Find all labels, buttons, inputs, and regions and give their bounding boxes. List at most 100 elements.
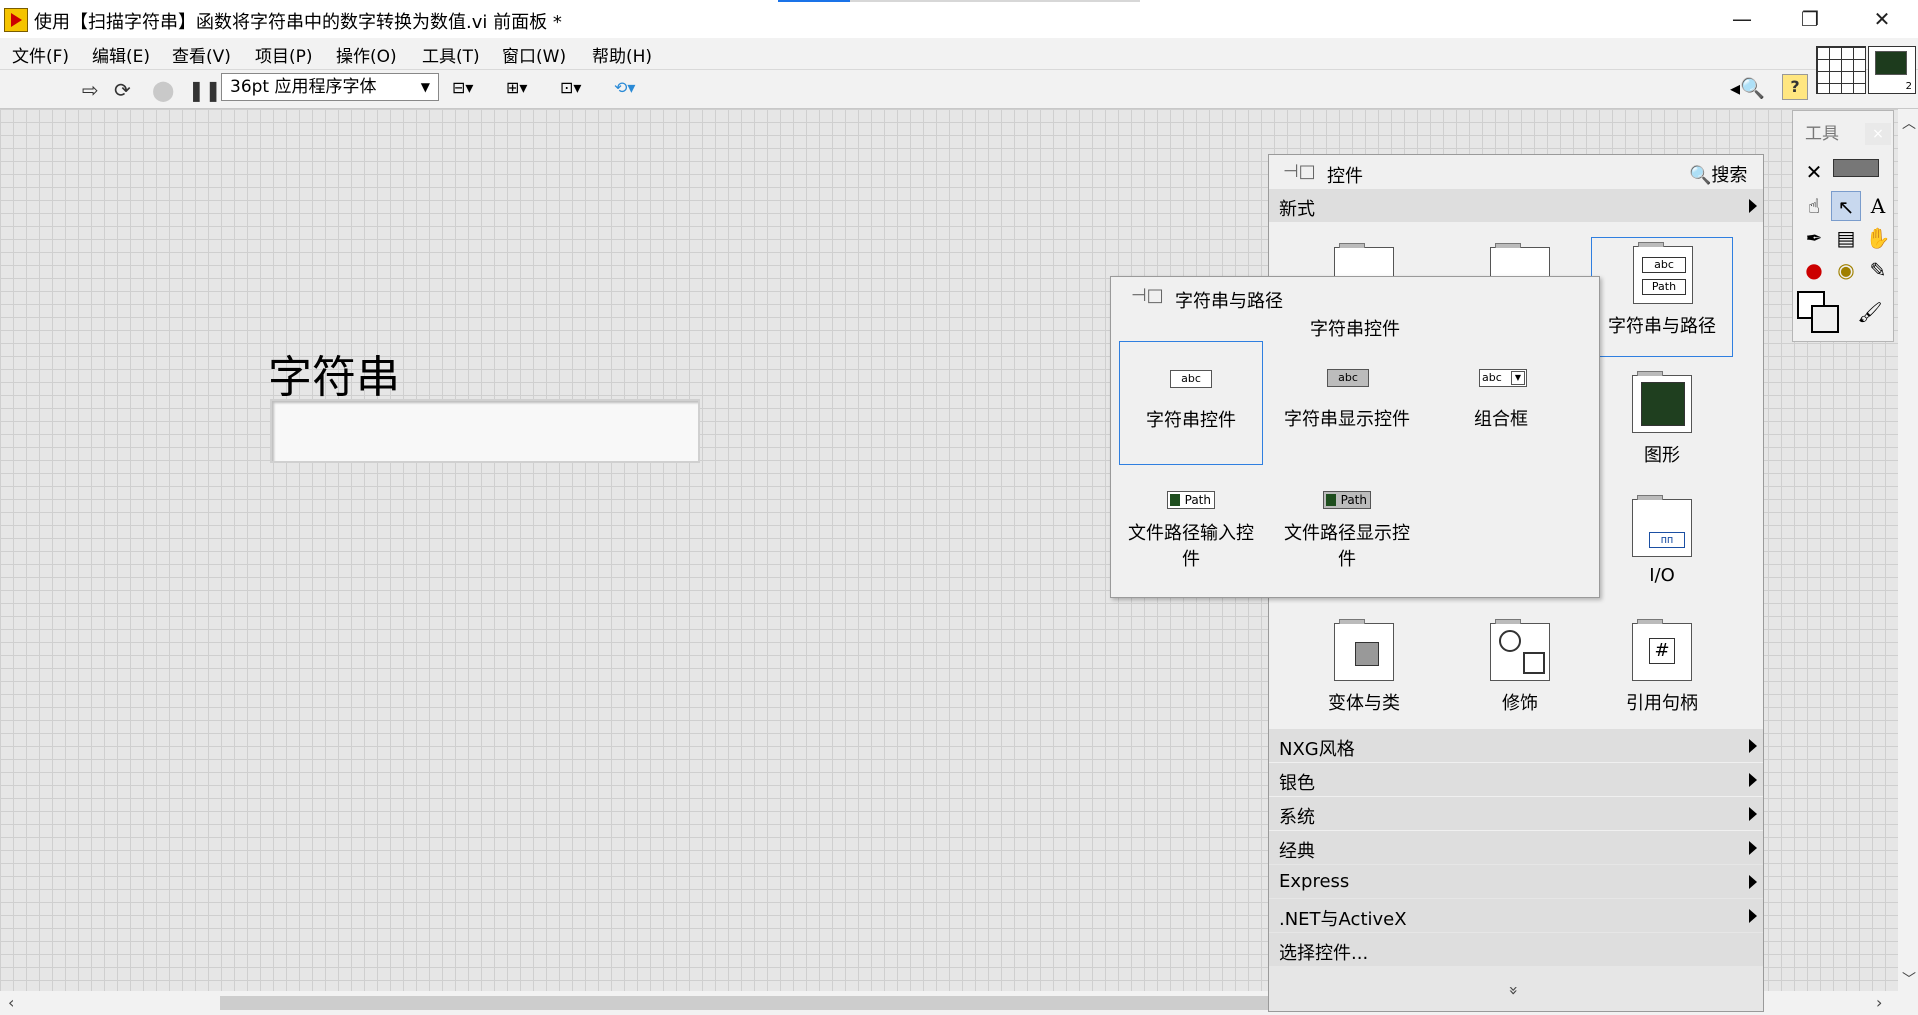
folder-icon bbox=[1326, 494, 1336, 506]
string-control-icon: abc bbox=[1170, 370, 1212, 388]
menu-project[interactable]: 项目(P) bbox=[255, 42, 313, 67]
tools-palette: 工具 × ✕ ☝ ↖ A ✒ ▤ ✋ ● ◉ ✎ 🖌 bbox=[1792, 110, 1894, 342]
palette-tile-decorations[interactable]: 修饰 bbox=[1449, 615, 1591, 735]
scroll-left-icon[interactable]: ‹ bbox=[8, 993, 14, 1012]
vi-icon[interactable]: 2 bbox=[1868, 46, 1916, 94]
refnum-palette-icon: # bbox=[1632, 619, 1692, 681]
distribute-objects-icon[interactable]: ⊞▾ bbox=[506, 78, 546, 100]
square-shape-icon bbox=[1523, 652, 1545, 674]
auto-tool-icon[interactable]: ✕ bbox=[1799, 157, 1829, 187]
file-path-control-item[interactable]: Path 文件路径输入控 件 bbox=[1119, 465, 1263, 589]
horizontal-scroll-thumb[interactable] bbox=[220, 996, 1360, 1010]
get-color-tool-icon[interactable]: ✎ bbox=[1863, 255, 1893, 285]
pin-icon[interactable]: ⊣□ bbox=[1131, 285, 1164, 306]
expand-more-icon[interactable]: » bbox=[1504, 986, 1523, 996]
category-modern[interactable]: 新式 bbox=[1269, 189, 1763, 222]
auto-tool-led-icon[interactable] bbox=[1833, 159, 1879, 177]
controls-palette-title: 控件 bbox=[1327, 166, 1363, 187]
palette-tile-label: 变体与类 bbox=[1328, 693, 1400, 714]
font-select[interactable]: 36pt 应用程序字体 ▼ bbox=[221, 73, 439, 101]
palette-search-label: 搜索 bbox=[1711, 165, 1748, 186]
file-path-indicator-item[interactable]: Path 文件路径显示控 件 bbox=[1275, 465, 1419, 589]
palette-search-button[interactable]: 🔍搜索 bbox=[1689, 161, 1747, 187]
string-indicator-item[interactable]: abc 字符串显示控件 bbox=[1275, 341, 1419, 465]
palette-tile-graph[interactable]: 图形 bbox=[1591, 367, 1733, 487]
category-label: 系统 bbox=[1279, 807, 1315, 828]
cube-icon bbox=[1355, 642, 1379, 666]
file-path-icon-text: Path bbox=[1340, 493, 1367, 507]
category-system[interactable]: 系统 bbox=[1269, 797, 1763, 830]
pin-icon[interactable]: ⊣□ bbox=[1283, 161, 1316, 182]
minimize-button[interactable]: — bbox=[1708, 0, 1776, 38]
subpalette-item-label: 文件路径输入控 件 bbox=[1128, 523, 1254, 570]
align-objects-icon[interactable]: ⊟▾ bbox=[452, 78, 492, 100]
abort-icon[interactable]: ⬤ bbox=[152, 78, 174, 102]
scroll-down-icon[interactable]: ﹀ bbox=[1902, 969, 1916, 989]
category-silver[interactable]: 银色 bbox=[1269, 763, 1763, 796]
chevron-right-icon bbox=[1749, 875, 1757, 889]
category-express[interactable]: Express bbox=[1269, 865, 1763, 898]
string-control-label: 字符串 bbox=[268, 352, 400, 403]
reorder-icon[interactable]: ⟲▾ bbox=[614, 78, 654, 100]
restore-button[interactable]: ❐ bbox=[1776, 0, 1844, 38]
menu-bar: 文件(F) 编辑(E) 查看(V) 项目(P) 操作(O) 工具(T) 窗口(W… bbox=[0, 38, 1918, 70]
search-icon[interactable]: ◂🔍 bbox=[1730, 76, 1765, 100]
string-control[interactable] bbox=[270, 399, 700, 463]
menu-file[interactable]: 文件(F) bbox=[12, 42, 69, 67]
menu-view[interactable]: 查看(V) bbox=[172, 42, 231, 67]
category-label: Express bbox=[1279, 871, 1350, 892]
color-brush-icon[interactable]: 🖌 bbox=[1855, 297, 1885, 327]
text-tool-icon[interactable]: A bbox=[1863, 191, 1893, 221]
search-icon: 🔍 bbox=[1689, 165, 1712, 186]
subpalette-item-label: 字符串控件 bbox=[1146, 410, 1236, 431]
menu-help[interactable]: 帮助(H) bbox=[592, 42, 652, 67]
menu-window[interactable]: 窗口(W) bbox=[502, 42, 566, 67]
string-control-item[interactable]: abc 字符串控件 bbox=[1119, 341, 1263, 465]
controls-palette-header: ⊣□ 控件 🔍搜索 bbox=[1269, 155, 1763, 189]
category-dotnet-activex[interactable]: .NET与ActiveX bbox=[1269, 899, 1763, 932]
operate-tool-icon[interactable]: ☝ bbox=[1799, 191, 1829, 221]
scroll-tool-icon[interactable]: ✋ bbox=[1863, 223, 1893, 253]
breakpoint-tool-icon[interactable]: ● bbox=[1799, 255, 1829, 285]
variant-class-palette-icon bbox=[1334, 619, 1394, 681]
pause-icon[interactable]: ❚❚ bbox=[188, 78, 222, 102]
palette-tile-refnum[interactable]: # 引用句柄 bbox=[1591, 615, 1733, 735]
category-classic[interactable]: 经典 bbox=[1269, 831, 1763, 864]
set-color-tool-icon[interactable] bbox=[1797, 291, 1839, 333]
palette-tile-io[interactable]: ᴨᴨ I/O bbox=[1591, 491, 1733, 611]
title-accent-bar-gray bbox=[850, 0, 1140, 2]
position-tool-icon[interactable]: ↖ bbox=[1831, 191, 1861, 221]
scroll-right-icon[interactable]: › bbox=[1876, 993, 1882, 1012]
vertical-scrollbar[interactable]: ︿ ﹀ bbox=[1898, 109, 1918, 991]
chevron-right-icon bbox=[1749, 773, 1757, 787]
io-palette-icon: ᴨᴨ bbox=[1632, 495, 1692, 557]
run-continuously-icon[interactable]: ⟳ bbox=[114, 78, 131, 102]
context-help-icon[interactable]: ? bbox=[1782, 74, 1808, 100]
palette-tile-variant-class[interactable]: 变体与类 bbox=[1293, 615, 1435, 735]
string-path-palette-icon: abc Path bbox=[1633, 242, 1693, 304]
palette-tile-string-path[interactable]: abc Path 字符串与路径 bbox=[1591, 237, 1733, 357]
menu-tools[interactable]: 工具(T) bbox=[422, 42, 480, 67]
menu-operate[interactable]: 操作(O) bbox=[336, 42, 397, 67]
category-nxg[interactable]: NXG风格 bbox=[1269, 729, 1763, 762]
probe-tool-icon[interactable]: ◉ bbox=[1831, 255, 1861, 285]
folder-icon bbox=[1170, 494, 1180, 506]
waveform-icon: ᴨᴨ bbox=[1649, 532, 1685, 548]
shortcut-menu-tool-icon[interactable]: ▤ bbox=[1831, 223, 1861, 253]
scroll-up-icon[interactable]: ︿ bbox=[1902, 113, 1916, 133]
tools-close-button[interactable]: × bbox=[1865, 123, 1891, 145]
run-arrow-icon[interactable]: ⇨ bbox=[82, 78, 99, 102]
select-control-item[interactable]: 选择控件... bbox=[1269, 933, 1763, 966]
menu-edit[interactable]: 编辑(E) bbox=[92, 42, 150, 67]
subpalette-section-label: 字符串控件 bbox=[1310, 319, 1400, 340]
chevron-right-icon bbox=[1749, 807, 1757, 821]
wiring-tool-icon[interactable]: ✒ bbox=[1799, 223, 1829, 253]
vi-icon-number: 2 bbox=[1905, 81, 1912, 92]
resize-objects-icon[interactable]: ⊡▾ bbox=[560, 78, 600, 100]
close-button[interactable]: ✕ bbox=[1848, 0, 1916, 38]
combo-box-item[interactable]: abc ▼ 组合框 bbox=[1429, 341, 1573, 465]
connector-pane-icon[interactable] bbox=[1816, 46, 1866, 94]
palette-tile-label: I/O bbox=[1649, 565, 1675, 586]
subpalette-title: 字符串与路径 bbox=[1175, 291, 1283, 312]
file-path-icon-text: Path bbox=[1184, 493, 1211, 507]
